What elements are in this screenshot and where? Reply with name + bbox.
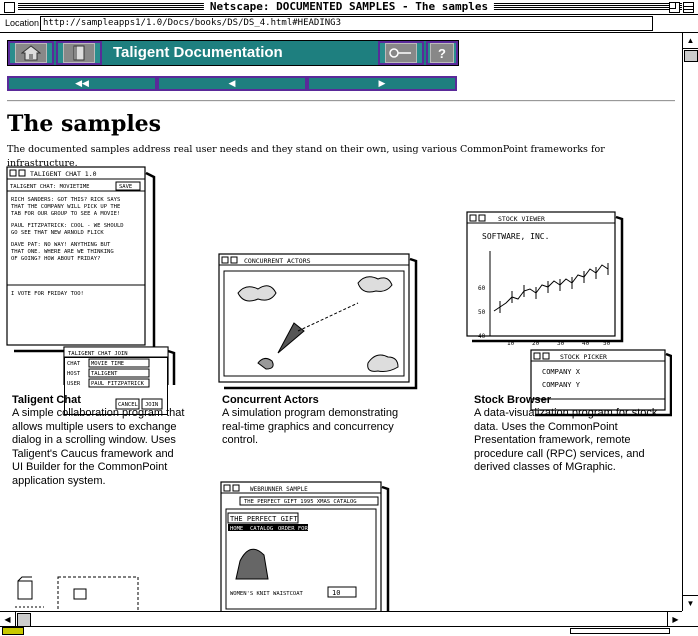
stock-picker-title: STOCK PICKER <box>560 353 607 361</box>
webrunner-sketch[interactable]: WEBRUNNER SAMPLE THE PERFECT GIFT 1995 X… <box>220 481 390 611</box>
home-icon <box>15 43 47 63</box>
divider <box>7 100 675 102</box>
taligent-nav-bar: Taligent Documentation ? <box>7 40 459 66</box>
chat-subtitle: TALIGENT CHAT: MOVIETIME <box>10 184 89 190</box>
window-title: Netscape: DOCUMENTED SAMPLES - The sampl… <box>203 0 495 14</box>
scroll-down-arrow[interactable]: ▼ <box>683 595 698 611</box>
key-icon <box>385 43 417 63</box>
sample-description: A simulation program demonstrating real-… <box>222 407 399 446</box>
horizontal-scrollbar[interactable]: ◀ ▶ <box>0 611 682 627</box>
previous-page-button[interactable]: ◀ <box>157 76 307 91</box>
chat-line-9: I VOTE FOR FRIDAY TOO! <box>11 291 84 297</box>
window-title-bar[interactable]: Netscape: DOCUMENTED SAMPLES - The sampl… <box>0 0 698 15</box>
chat-line-8: OF GOING? HOW ABOUT FRIDAY? <box>11 256 100 262</box>
zoom-box[interactable] <box>669 2 680 13</box>
scroll-thumb[interactable] <box>17 613 31 627</box>
nav-title: Taligent Documentation <box>113 44 283 61</box>
chat-window-title: TALIGENT CHAT 1.0 <box>30 170 97 178</box>
webrunner-window-title: WEBRUNNER SAMPLE <box>250 486 308 493</box>
sample-title[interactable]: Concurrent Actors <box>222 394 407 407</box>
home-button[interactable] <box>8 41 54 65</box>
page-nav-row: ◀◀ ◀ ▶ <box>7 76 457 91</box>
partial-sketch <box>15 576 139 611</box>
webrunner-tab: ORDER FORM <box>278 526 312 532</box>
webrunner-url: THE PERFECT GIFT 1995 XMAS CATALOG <box>244 499 357 505</box>
page-content: Taligent Documentation ? ◀◀ ◀ ▶ The samp… <box>0 33 682 611</box>
stock-picker-item: COMPANY Y <box>542 381 581 389</box>
chat-sketch[interactable]: TALIGENT CHAT 1.0 TALIGENT CHAT: MOVIETI… <box>6 165 176 385</box>
scroll-up-arrow[interactable]: ▲ <box>683 33 698 49</box>
security-key-icon[interactable] <box>2 627 24 635</box>
chat-line-3: TAB FOR OUR GROUP TO SEE A MOVIE! <box>11 211 120 217</box>
collapse-box[interactable] <box>683 2 694 13</box>
scroll-thumb[interactable] <box>684 50 698 62</box>
close-box[interactable] <box>4 2 15 13</box>
stock-x-tick: 10 <box>507 340 515 347</box>
chat-join-user: USER <box>67 381 81 387</box>
stock-x-tick: 50 <box>603 340 611 347</box>
actors-window-title: CONCURRENT ACTORS <box>244 257 311 265</box>
location-field[interactable]: http://sampleapps1/1.0/Docs/books/DS/DS_… <box>40 16 653 31</box>
chat-join-host-value: TALIGENT <box>91 371 118 377</box>
chat-line-1: RICH SANDERS: GOT THIS? RICK SAYS <box>11 197 120 203</box>
webrunner-banner: THE PERFECT GIFT <box>230 515 298 523</box>
sample-actors: Concurrent Actors A simulation program d… <box>222 394 407 448</box>
webrunner-qty: 10 <box>332 589 340 597</box>
stock-y-tick: 60 <box>478 285 486 292</box>
stock-x-tick: 20 <box>532 340 540 347</box>
sample-title[interactable]: Stock Browser <box>474 394 664 407</box>
page-title: The samples <box>7 111 162 137</box>
scroll-right-arrow[interactable]: ▶ <box>667 612 683 627</box>
chat-save: SAVE <box>119 184 132 190</box>
chat-join-chat-value: MOVIE TIME <box>91 361 124 367</box>
webrunner-item: WOMEN'S KNIT WAISTCOAT <box>230 591 304 597</box>
stock-y-tick: 40 <box>478 333 486 340</box>
chat-join-chat: CHAT <box>67 361 81 367</box>
chat-line-2: THAT THE COMPANY WILL PICK UP THE <box>11 204 120 210</box>
stock-window-title: STOCK VIEWER <box>498 215 545 223</box>
actors-sketch[interactable]: CONCURRENT ACTORS <box>218 253 418 393</box>
sample-chat: Taligent Chat A simple collaboration pro… <box>12 394 187 488</box>
search-button[interactable] <box>378 41 424 65</box>
chat-join-user-value: PAUL FITZPATRICK <box>91 381 145 387</box>
stock-picker-item: COMPANY X <box>542 368 581 376</box>
chat-line-7: THAT ONE. WHERE ARE WE THINKING <box>11 249 114 255</box>
stock-y-tick: 50 <box>478 309 486 316</box>
sample-stock: Stock Browser A data-visualization progr… <box>474 394 664 475</box>
location-bar: Location : http://sampleapps1/1.0/Docs/b… <box>0 15 698 33</box>
webrunner-tab: HOME <box>230 526 243 532</box>
chat-join-host: HOST <box>67 371 81 377</box>
sample-title[interactable]: Taligent Chat <box>12 394 187 407</box>
chat-line-4: PAUL FITZPATRICK: COOL - WE SHOULD <box>11 223 124 229</box>
sample-description: A simple collaboration program that allo… <box>12 407 185 487</box>
stock-x-tick: 30 <box>557 340 565 347</box>
book-icon <box>63 43 95 63</box>
sample-description: A data-visualization program for stock d… <box>474 407 658 473</box>
stock-x-tick: 40 <box>582 340 590 347</box>
first-page-button[interactable]: ◀◀ <box>7 76 157 91</box>
help-icon: ? <box>430 43 454 63</box>
progress-bar <box>570 628 670 634</box>
stock-company: SOFTWARE, INC. <box>482 232 549 241</box>
webrunner-tab: CATALOG <box>250 526 273 532</box>
contents-button[interactable] <box>56 41 102 65</box>
location-label: Location : <box>5 18 45 28</box>
scroll-left-arrow[interactable]: ◀ <box>0 612 16 627</box>
chat-line-6: DAVE PAT: NO WAY! ANYTHING BUT <box>11 242 111 248</box>
next-page-button[interactable]: ▶ <box>307 76 457 91</box>
help-button[interactable]: ? <box>426 41 458 65</box>
chat-line-5: GO SEE THAT NEW ARNOLD FLICK <box>11 230 104 236</box>
vertical-scrollbar[interactable]: ▲ ▼ <box>682 33 698 611</box>
stock-sketch[interactable]: STOCK VIEWER SOFTWARE, INC. 60 50 40 10 … <box>466 211 676 371</box>
